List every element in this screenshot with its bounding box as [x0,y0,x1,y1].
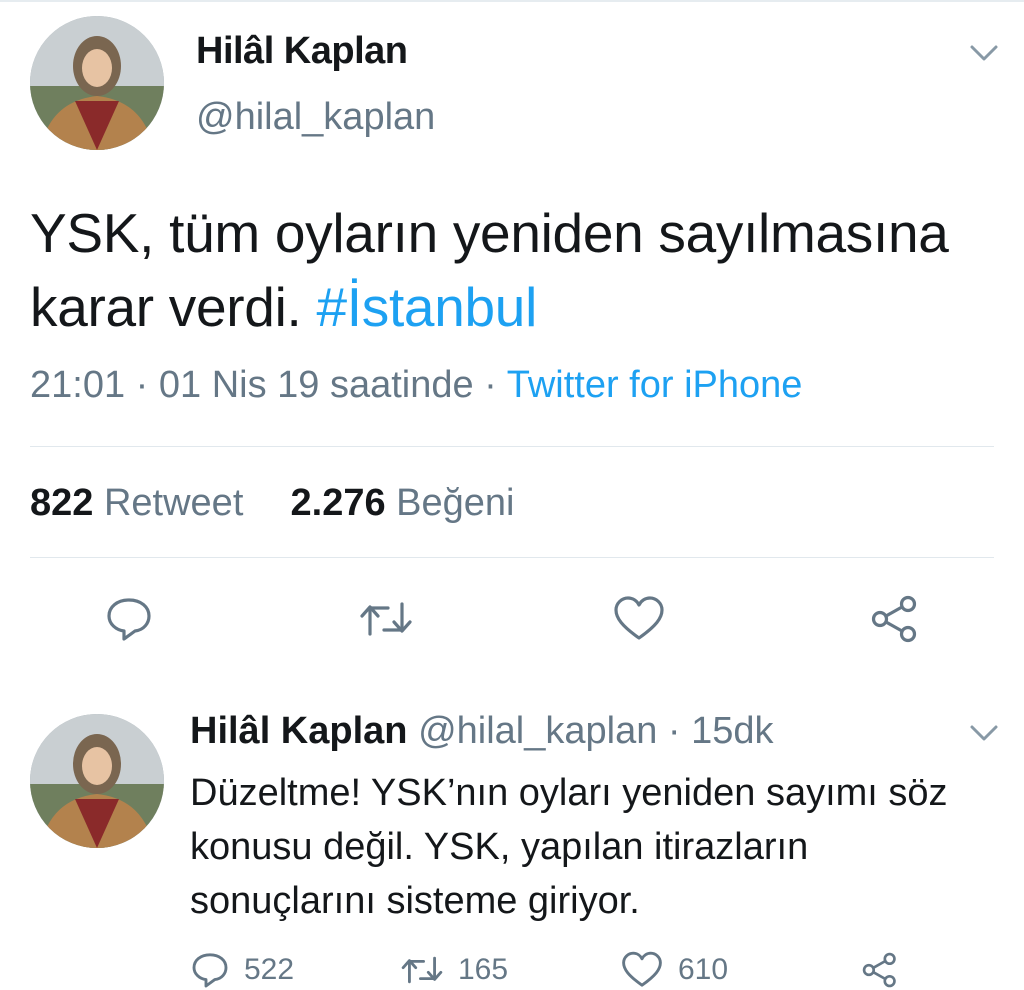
like-label: Beğeni [396,482,515,524]
avatar-photo [30,714,164,848]
reply-share-button[interactable] [860,950,900,990]
reply-retweet-button[interactable]: 165 [400,950,508,990]
heart-icon [614,596,664,640]
share-icon [862,952,896,988]
reply-icon [107,598,151,641]
separator-dot: · [667,710,681,752]
like-stat[interactable]: 2.276 Beğeni [291,482,515,524]
reply-time[interactable]: 15dk [691,710,773,752]
tweet-separator [0,0,1024,2]
retweet-label: Retweet [103,482,244,524]
author-avatar[interactable] [30,16,164,150]
tweet-meta: 21:01 · 01 Nis 19 saatinde · Twitter for… [30,364,802,407]
reply-author-avatar[interactable] [30,714,164,848]
heart-icon [622,951,662,987]
tweet-timestamp: 21:01 · 01 Nis 19 saatinde · [30,364,507,406]
hashtag-link[interactable]: #İstanbul [316,276,537,338]
retweet-count: 822 [30,482,94,524]
avatar-photo [30,16,164,150]
reply-retweet-count: 165 [458,953,509,986]
reply-icon [192,953,228,988]
reply-author-handle[interactable]: @hilal_kaplan [418,710,657,752]
reply-reply-button[interactable]: 522 [190,950,294,990]
divider [30,557,994,558]
author-handle[interactable]: @hilal_kaplan [196,96,435,139]
reply-count: 522 [244,953,295,986]
tweet-source-link[interactable]: Twitter for iPhone [507,364,803,406]
chevron-down-icon[interactable] [968,720,1000,746]
like-button[interactable] [612,594,666,644]
share-button[interactable] [868,594,922,644]
divider [30,446,994,447]
retweet-stat[interactable]: 822 Retweet [30,482,243,524]
reply-author-name[interactable]: Hilâl Kaplan [190,710,408,752]
reply-button[interactable] [104,594,154,644]
retweet-button[interactable] [358,594,414,644]
tweet-stats: 822 Retweet 2.276 Beğeni [30,482,514,525]
author-name[interactable]: Hilâl Kaplan [196,30,408,73]
retweet-icon [401,956,443,984]
reply-text: Düzeltme! YSK’nın oyları yeniden sayımı … [190,772,948,922]
reply-like-button[interactable]: 610 [620,950,728,990]
share-icon [871,595,917,643]
retweet-icon [360,602,412,636]
reply-header: Hilâl Kaplan @hilal_kaplan · 15dk [190,710,774,753]
chevron-down-icon[interactable] [968,40,1000,66]
reply-like-count: 610 [678,953,729,986]
like-count: 2.276 [290,482,386,524]
tweet-text: YSK, tüm oyların yeniden sayılmasına kar… [30,196,1000,344]
